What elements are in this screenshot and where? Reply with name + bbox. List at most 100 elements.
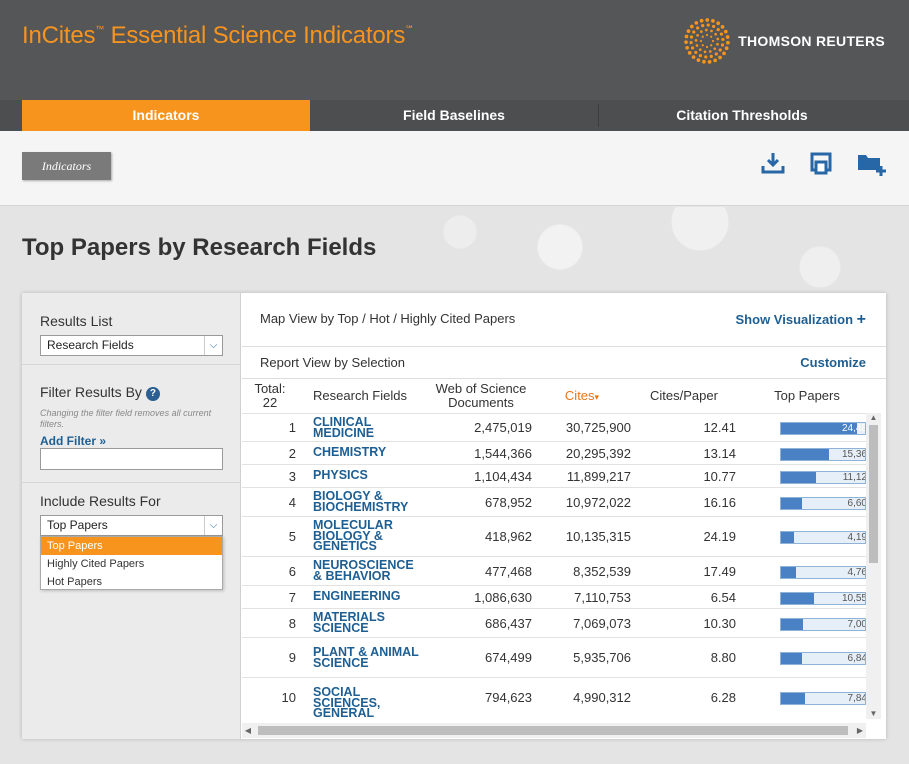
option-top-papers[interactable]: Top Papers (41, 537, 222, 555)
top-papers-value: 6,84 (847, 653, 866, 664)
table-row[interactable]: 10 SOCIAL SCIENCES, GENERAL 794,623 4,990,3… (242, 677, 866, 719)
row-field-link[interactable]: SOCIAL SCIENCES, GENERAL (313, 686, 423, 719)
scroll-right-icon[interactable]: ▶ (854, 723, 866, 738)
top-papers-value: 24,48 (841, 423, 866, 434)
option-hot-papers[interactable]: Hot Papers (41, 573, 222, 591)
title-sm: ℠ (405, 24, 415, 34)
tab-citation-thresholds[interactable]: Citation Thresholds (599, 100, 885, 131)
row-cites: 11,899,217 (566, 469, 631, 484)
print-icon[interactable] (808, 150, 834, 176)
row-cites-per-paper: 12.41 (703, 420, 736, 435)
row-field-link[interactable]: NEUROSCIENCE & BEHAVIOR (313, 559, 423, 582)
row-wos-documents: 1,104,434 (474, 469, 532, 484)
row-rank: 3 (288, 469, 296, 484)
option-highly-cited-papers[interactable]: Highly Cited Papers (41, 555, 222, 573)
row-field-link[interactable]: PHYSICS (313, 469, 423, 481)
main-tabs: Indicators Field Baselines Citation Thre… (0, 100, 909, 131)
table-row[interactable]: 6 NEUROSCIENCE & BEHAVIOR 477,468 8,352,539… (242, 556, 866, 585)
vertical-scroll-thumb[interactable] (869, 425, 878, 563)
row-field-link[interactable]: MATERIALS SCIENCE (313, 611, 423, 634)
table-row[interactable]: 2 CHEMISTRY 1,544,366 20,295,392 13.14 15,36 (242, 441, 866, 464)
table-row[interactable]: 7 ENGINEERING 1,086,630 7,110,753 6.54 10,55 (242, 585, 866, 608)
top-papers-value: 15,36 (841, 449, 866, 460)
row-field-link[interactable]: CLINICAL MEDICINE (313, 416, 423, 439)
page-title: Top Papers by Research Fields (22, 234, 377, 261)
table-row[interactable]: 5 MOLECULAR BIOLOGY & GENETICS 418,962 10,1… (242, 516, 866, 556)
row-wos-documents: 477,468 (485, 564, 532, 579)
row-wos-documents: 674,499 (485, 650, 532, 665)
row-rank: 8 (288, 616, 296, 631)
report-view-label: Report View by Selection (260, 355, 406, 370)
table-row[interactable]: 4 BIOLOGY & BIOCHEMISTRY 678,952 10,972,022… (242, 487, 866, 516)
toolbar: Indicators (0, 131, 909, 206)
scroll-down-icon[interactable]: ▼ (866, 709, 881, 719)
chevron-down-icon: ⌵ (204, 336, 222, 355)
row-rank: 9 (288, 650, 296, 665)
top-papers-value: 4,76 (847, 567, 866, 578)
row-cites-per-paper: 24.19 (703, 529, 736, 544)
row-cites-per-paper: 6.54 (710, 590, 736, 605)
col-cites[interactable]: Cites▾ (552, 389, 612, 404)
top-papers-value: 7,00 (847, 619, 866, 630)
tab-field-baselines[interactable]: Field Baselines (310, 100, 598, 131)
top-papers-bar: 7,84 (780, 692, 866, 705)
report-view-row: Report View by Selection Customize (242, 347, 886, 379)
app-title[interactable]: InCites™ Essential Science Indicators℠ (22, 22, 414, 50)
tab-indicators[interactable]: Indicators (22, 100, 310, 131)
customize-link[interactable]: Customize (800, 355, 866, 370)
top-papers-bar: 7,00 (780, 618, 866, 631)
table-row[interactable]: 3 PHYSICS 1,104,434 11,899,217 10.77 11,12 (242, 464, 866, 487)
top-papers-bar: 15,36 (780, 448, 866, 461)
total-count: Total: 22 (250, 382, 290, 410)
scroll-up-icon[interactable]: ▲ (866, 413, 881, 423)
row-field-link[interactable]: CHEMISTRY (313, 446, 423, 458)
row-field-link[interactable]: MOLECULAR BIOLOGY & GENETICS (313, 519, 423, 552)
row-field-link[interactable]: BIOLOGY & BIOCHEMISTRY (313, 490, 423, 513)
results-list-select[interactable]: Research Fields ⌵ (40, 335, 223, 356)
row-rank: 1 (288, 420, 296, 435)
row-rank: 6 (288, 564, 296, 579)
content-area: Map View by Top / Hot / Highly Cited Pap… (242, 293, 886, 739)
top-papers-bar: 24,48 (780, 422, 866, 435)
top-papers-bar-fill (781, 532, 795, 543)
table-body: 1 CLINICAL MEDICINE 2,475,019 30,725,900 12.… (242, 413, 866, 719)
top-papers-bar-fill (781, 498, 802, 509)
download-icon[interactable] (760, 150, 786, 176)
row-cites: 4,990,312 (573, 690, 631, 705)
row-cites-per-paper: 10.30 (703, 616, 736, 631)
table-row[interactable]: 1 CLINICAL MEDICINE 2,475,019 30,725,900 12.… (242, 413, 866, 441)
include-results-select[interactable]: Top Papers ⌵ (40, 515, 223, 536)
table-row[interactable]: 8 MATERIALS SCIENCE 686,437 7,069,073 10.30 7… (242, 608, 866, 637)
row-field-link[interactable]: ENGINEERING (313, 590, 423, 602)
map-view-label: Map View by Top / Hot / Highly Cited Pap… (260, 311, 516, 326)
include-results-value: Top Papers (47, 518, 108, 532)
col-top-papers[interactable]: Top Papers (762, 389, 852, 403)
scroll-left-icon[interactable]: ◀ (242, 723, 254, 738)
plus-icon: + (856, 311, 866, 328)
col-wos-documents[interactable]: Web of Science Documents (426, 382, 536, 410)
horizontal-scrollbar[interactable]: ◀ ▶ (242, 723, 866, 738)
col-cites-per-paper[interactable]: Cites/Paper (642, 389, 726, 403)
col-research-fields[interactable]: Research Fields (310, 389, 410, 403)
brand-name: THOMSON REUTERS (738, 33, 885, 49)
filter-input[interactable] (40, 448, 223, 470)
breadcrumb[interactable]: Indicators (22, 152, 111, 180)
top-papers-bar: 6,84 (780, 652, 866, 665)
add-folder-icon[interactable] (856, 150, 886, 176)
add-filter-link[interactable]: Add Filter » (40, 434, 106, 448)
table-row[interactable]: 9 PLANT & ANIMAL SCIENCE 674,499 5,935,706 8… (242, 637, 866, 677)
top-papers-bar-fill (781, 619, 803, 630)
show-visualization-label: Show Visualization (735, 312, 854, 327)
show-visualization-link[interactable]: Show Visualization + (736, 311, 866, 329)
filter-label-wrap: Filter Results By? (40, 384, 160, 401)
row-cites-per-paper: 16.16 (703, 495, 736, 510)
horizontal-scroll-thumb[interactable] (258, 726, 848, 735)
vertical-scrollbar[interactable]: ▲ ▼ (866, 413, 881, 719)
top-papers-bar-fill (781, 653, 803, 664)
chevron-down-icon: ⌵ (204, 516, 222, 535)
results-list-value: Research Fields (47, 338, 134, 352)
row-wos-documents: 686,437 (485, 616, 532, 631)
results-list-section: Results List Research Fields ⌵ (22, 293, 241, 365)
help-icon[interactable]: ? (145, 387, 160, 401)
row-field-link[interactable]: PLANT & ANIMAL SCIENCE (313, 646, 423, 669)
